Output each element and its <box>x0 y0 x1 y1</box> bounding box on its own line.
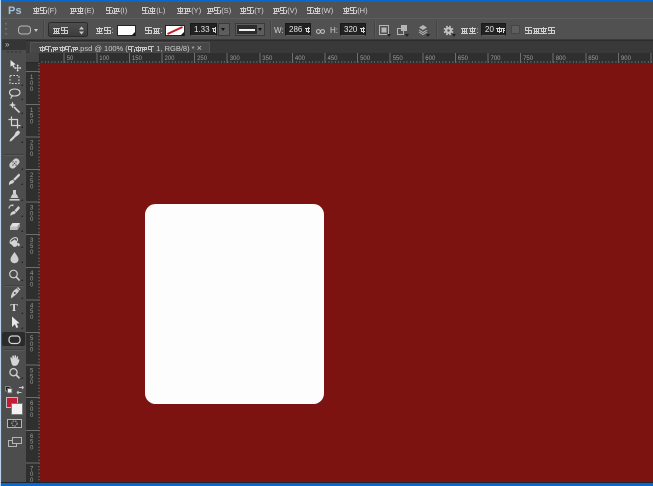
svg-text:450: 450 <box>328 56 339 62</box>
svg-text:0: 0 <box>30 380 34 386</box>
svg-text:250: 250 <box>197 56 208 62</box>
svg-text:50: 50 <box>67 56 74 62</box>
svg-text:0: 0 <box>30 217 34 223</box>
svg-text:150: 150 <box>132 56 143 62</box>
svg-text:0: 0 <box>30 348 34 354</box>
svg-text:800: 800 <box>556 56 567 62</box>
svg-text:900: 900 <box>621 56 632 62</box>
svg-text:0: 0 <box>30 315 34 321</box>
svg-text:750: 750 <box>523 56 534 62</box>
svg-text:100: 100 <box>99 56 110 62</box>
svg-text:850: 850 <box>588 56 599 62</box>
svg-text:400: 400 <box>295 56 306 62</box>
svg-text:200: 200 <box>165 56 176 62</box>
svg-text:0: 0 <box>30 250 34 256</box>
svg-text:0: 0 <box>30 119 34 125</box>
svg-text:650: 650 <box>458 56 469 62</box>
svg-text:0: 0 <box>30 445 34 451</box>
svg-text:350: 350 <box>262 56 273 62</box>
svg-text:600: 600 <box>425 56 436 62</box>
svg-text:500: 500 <box>360 56 371 62</box>
svg-text:0: 0 <box>30 87 34 93</box>
svg-text:0: 0 <box>30 413 34 419</box>
svg-text:0: 0 <box>30 185 34 191</box>
svg-text:700: 700 <box>491 56 502 62</box>
svg-text:550: 550 <box>393 56 404 62</box>
svg-text:0: 0 <box>30 152 34 158</box>
svg-text:300: 300 <box>230 56 241 62</box>
svg-text:0: 0 <box>30 282 34 288</box>
